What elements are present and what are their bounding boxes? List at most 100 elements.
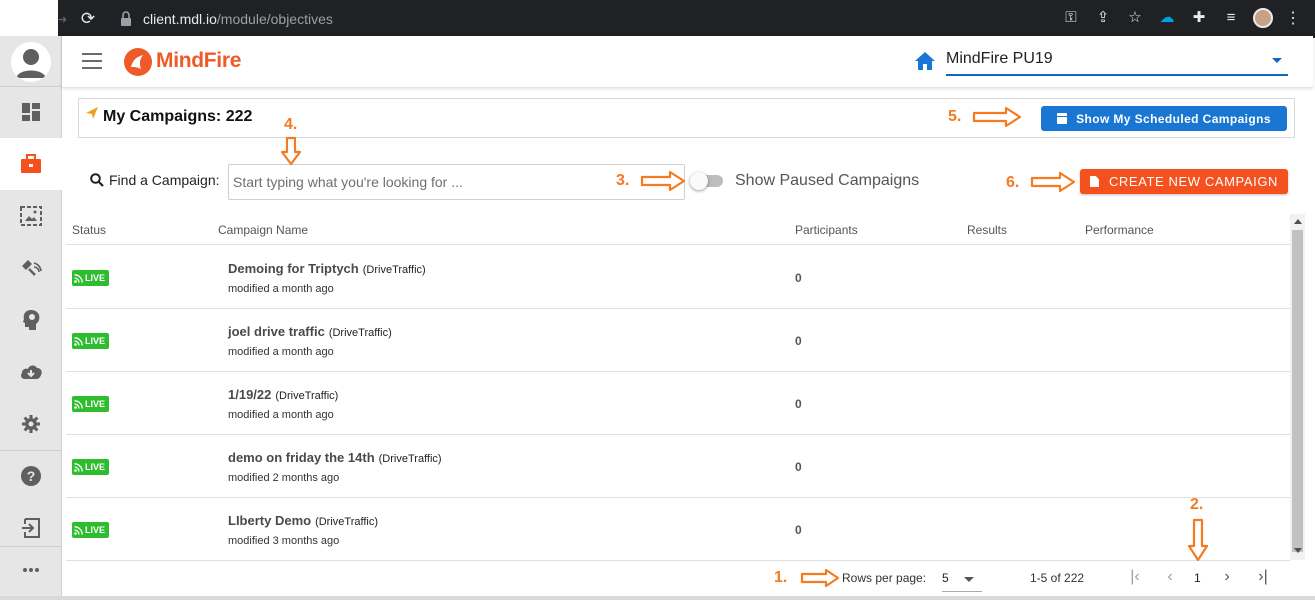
- cloud-download-icon: [21, 365, 42, 379]
- app-header: MindFire MindFire PU19: [62, 36, 1313, 88]
- live-badge: LIVE: [72, 522, 110, 538]
- campaign-name-link[interactable]: LIberty Demo (DriveTraffic): [228, 513, 378, 528]
- participants-count: 0: [795, 334, 802, 348]
- url-host: client.mdl.io: [143, 11, 217, 27]
- live-badge-label: LIVE: [85, 273, 106, 283]
- more-icon: [23, 568, 39, 572]
- briefcase-icon: [21, 154, 41, 173]
- user-avatar-icon: [11, 42, 51, 82]
- table-row[interactable]: LIVE LIberty Demo (DriveTraffic) modified…: [66, 498, 1290, 561]
- forward-icon[interactable]: ➜: [58, 13, 67, 26]
- first-page-icon[interactable]: |‹: [1126, 568, 1144, 586]
- live-badge: LIVE: [72, 459, 110, 475]
- url-path: /module/objectives: [216, 11, 333, 27]
- column-header-performance[interactable]: Performance: [1085, 223, 1154, 237]
- star-icon[interactable]: ☆: [1125, 8, 1145, 28]
- annotation-arrow-right-icon: [800, 568, 840, 588]
- sidebar-item-images[interactable]: [0, 190, 62, 242]
- mindfire-logo-icon: [124, 48, 152, 76]
- campaign-name: LIberty Demo: [228, 513, 312, 528]
- sidebar-item-help[interactable]: ?: [0, 450, 62, 502]
- browser-menu-icon[interactable]: ⋮: [1285, 8, 1301, 28]
- column-header-campaign-name[interactable]: Campaign Name: [218, 223, 308, 237]
- column-header-results[interactable]: Results: [967, 223, 1007, 237]
- annotation-arrow-right-icon: [1030, 171, 1076, 193]
- sidebar-item-dashboard[interactable]: [0, 86, 62, 138]
- sidebar-item-insights[interactable]: [0, 294, 62, 346]
- previous-page-icon[interactable]: ‹: [1161, 568, 1179, 586]
- home-icon[interactable]: [914, 51, 936, 71]
- browser-toolbar-blank: [0, 0, 58, 36]
- search-icon: [90, 173, 104, 187]
- annotation-number-1: 1.: [774, 569, 788, 586]
- table-row[interactable]: LIVE 1/19/22 (DriveTraffic) modified a mo…: [66, 372, 1290, 435]
- column-header-participants[interactable]: Participants: [795, 223, 858, 237]
- participants-count: 0: [795, 271, 802, 285]
- live-badge: LIVE: [72, 270, 110, 286]
- campaign-type: (DriveTraffic): [328, 327, 392, 339]
- table-row[interactable]: LIVE Demoing for Triptych (DriveTraffic) …: [66, 246, 1290, 309]
- user-avatar[interactable]: [11, 42, 51, 82]
- find-campaign-label: Find a Campaign:: [90, 172, 220, 188]
- image-icon: [20, 206, 42, 226]
- scroll-up-icon[interactable]: [1294, 219, 1302, 224]
- salesforce-icon[interactable]: ☁: [1157, 8, 1177, 28]
- live-badge: LIVE: [72, 396, 110, 412]
- share-icon[interactable]: ⇪: [1093, 8, 1113, 28]
- current-page-number[interactable]: 1: [1194, 571, 1201, 585]
- address-bar[interactable]: client.mdl.io/module/objectives: [143, 10, 333, 28]
- rows-per-page-label: Rows per page:: [842, 571, 927, 585]
- account-select[interactable]: MindFire PU19: [946, 46, 1288, 76]
- table-row[interactable]: LIVE demo on friday the 14th (DriveTraffi…: [66, 435, 1290, 498]
- scrollbar-thumb[interactable]: [1292, 230, 1303, 552]
- campaign-modified: modified 3 months ago: [228, 535, 340, 547]
- column-header-status[interactable]: Status: [72, 223, 106, 237]
- campaign-type: (DriveTraffic): [315, 516, 379, 528]
- sidebar-item-broadcast[interactable]: [0, 242, 62, 294]
- sidebar-item-more[interactable]: [0, 546, 62, 594]
- campaign-name-link[interactable]: demo on friday the 14th (DriveTraffic): [228, 450, 442, 465]
- create-new-campaign-button[interactable]: CREATE NEW CAMPAIGN: [1080, 169, 1288, 194]
- sidebar-item-campaigns[interactable]: [0, 138, 62, 190]
- campaign-name-link[interactable]: Demoing for Triptych (DriveTraffic): [228, 261, 426, 276]
- puzzle-icon[interactable]: ✚: [1189, 8, 1209, 28]
- campaign-modified: modified a month ago: [228, 409, 334, 421]
- toggle-thumb: [690, 172, 708, 190]
- rss-icon: [74, 525, 83, 535]
- show-scheduled-campaigns-button[interactable]: Show My Scheduled Campaigns: [1041, 106, 1287, 131]
- last-page-icon[interactable]: ›|: [1254, 568, 1272, 586]
- table-scrollbar[interactable]: [1290, 214, 1305, 560]
- find-campaign-text: Find a Campaign:: [109, 172, 220, 188]
- campaign-name: joel drive traffic: [228, 324, 325, 339]
- key-icon[interactable]: ⚿: [1061, 8, 1081, 28]
- annotation-number-3: 3.: [616, 172, 630, 189]
- profile-avatar[interactable]: [1253, 8, 1273, 28]
- campaign-modified: modified a month ago: [228, 346, 334, 358]
- campaign-modified: modified a month ago: [228, 283, 334, 295]
- campaign-modified: modified 2 months ago: [228, 472, 340, 484]
- sidebar-item-settings[interactable]: [0, 398, 62, 450]
- logout-icon: [22, 518, 40, 538]
- campaign-name-link[interactable]: joel drive traffic (DriveTraffic): [228, 324, 392, 339]
- lock-icon[interactable]: [119, 10, 133, 28]
- participants-count: 0: [795, 397, 802, 411]
- hamburger-menu-icon[interactable]: [82, 53, 104, 71]
- scroll-down-icon[interactable]: [1294, 548, 1302, 553]
- reload-icon[interactable]: ⟳: [78, 9, 98, 29]
- next-page-icon[interactable]: ›: [1218, 568, 1236, 586]
- annotation-arrow-down-icon: [1187, 518, 1209, 562]
- caret-down-icon: [964, 577, 974, 582]
- help-icon: ?: [21, 466, 41, 486]
- create-new-campaign-label: CREATE NEW CAMPAIGN: [1108, 174, 1279, 189]
- rows-per-page-select[interactable]: 5: [942, 566, 982, 592]
- paused-campaigns-toggle[interactable]: [690, 172, 724, 190]
- playlist-icon[interactable]: ≡: [1221, 8, 1241, 28]
- rss-icon: [74, 399, 83, 409]
- campaign-name-link[interactable]: 1/19/22 (DriveTraffic): [228, 387, 338, 402]
- table-row[interactable]: LIVE joel drive traffic (DriveTraffic) mo…: [66, 309, 1290, 372]
- browser-toolbar: ➜ ⟳ client.mdl.io/module/objectives ⚿ ⇪ …: [0, 0, 1315, 38]
- table-header: Status Campaign Name Participants Result…: [66, 214, 1290, 245]
- sidebar-item-download[interactable]: [0, 346, 62, 398]
- live-badge-label: LIVE: [85, 399, 106, 409]
- rss-icon: [74, 462, 83, 472]
